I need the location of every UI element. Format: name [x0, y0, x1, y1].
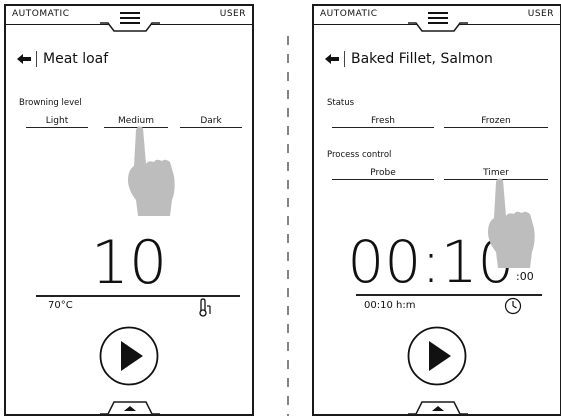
option-light[interactable]: Light: [26, 116, 88, 128]
temperature-readout: 70°C: [48, 300, 73, 311]
title-row: Meat loaf: [16, 49, 108, 69]
mode-label[interactable]: AUTOMATIC: [12, 9, 70, 19]
option-probe[interactable]: Probe: [332, 168, 434, 180]
back-arrow-icon[interactable]: [324, 53, 340, 65]
timer-seconds: :00: [516, 270, 534, 283]
process-control-label: Process control: [327, 150, 392, 160]
pointing-hand-icon: [488, 178, 535, 268]
browning-level-label: Browning level: [19, 98, 82, 108]
thermometer-probe-icon[interactable]: [198, 298, 212, 318]
play-button[interactable]: [99, 326, 159, 386]
user-label[interactable]: USER: [528, 9, 554, 19]
option-frozen[interactable]: Frozen: [444, 116, 548, 128]
page-title: Meat loaf: [43, 51, 109, 67]
clock-icon[interactable]: [504, 297, 522, 315]
title-row: Baked Fillet, Salmon: [324, 49, 493, 69]
display-underline: [36, 295, 240, 297]
oven-screen-meat-loaf: AUTOMATIC USER Meat loaf Browning level …: [4, 4, 254, 416]
time-readout: 00:10 h:m: [364, 300, 416, 311]
display-underline: [356, 294, 542, 296]
hamburger-menu-icon[interactable]: [408, 6, 468, 32]
oven-screen-salmon: AUTOMATIC USER Baked Fillet, Salmon Stat…: [312, 4, 561, 416]
option-dark[interactable]: Dark: [180, 116, 242, 128]
play-button[interactable]: [407, 326, 467, 386]
back-arrow-icon[interactable]: [16, 53, 32, 65]
pointing-hand-icon: [128, 126, 175, 216]
user-label[interactable]: USER: [220, 9, 246, 19]
mode-label[interactable]: AUTOMATIC: [320, 9, 378, 19]
option-fresh[interactable]: Fresh: [332, 116, 434, 128]
bottom-drawer-handle[interactable]: [408, 400, 468, 416]
panel-divider: [287, 36, 289, 416]
hamburger-menu-icon[interactable]: [100, 6, 160, 32]
bottom-drawer-handle[interactable]: [100, 400, 160, 416]
separator: [344, 51, 345, 67]
separator: [36, 51, 37, 67]
page-title: Baked Fillet, Salmon: [351, 51, 493, 67]
duration-display: 10: [90, 228, 168, 298]
status-label: Status: [327, 98, 355, 108]
